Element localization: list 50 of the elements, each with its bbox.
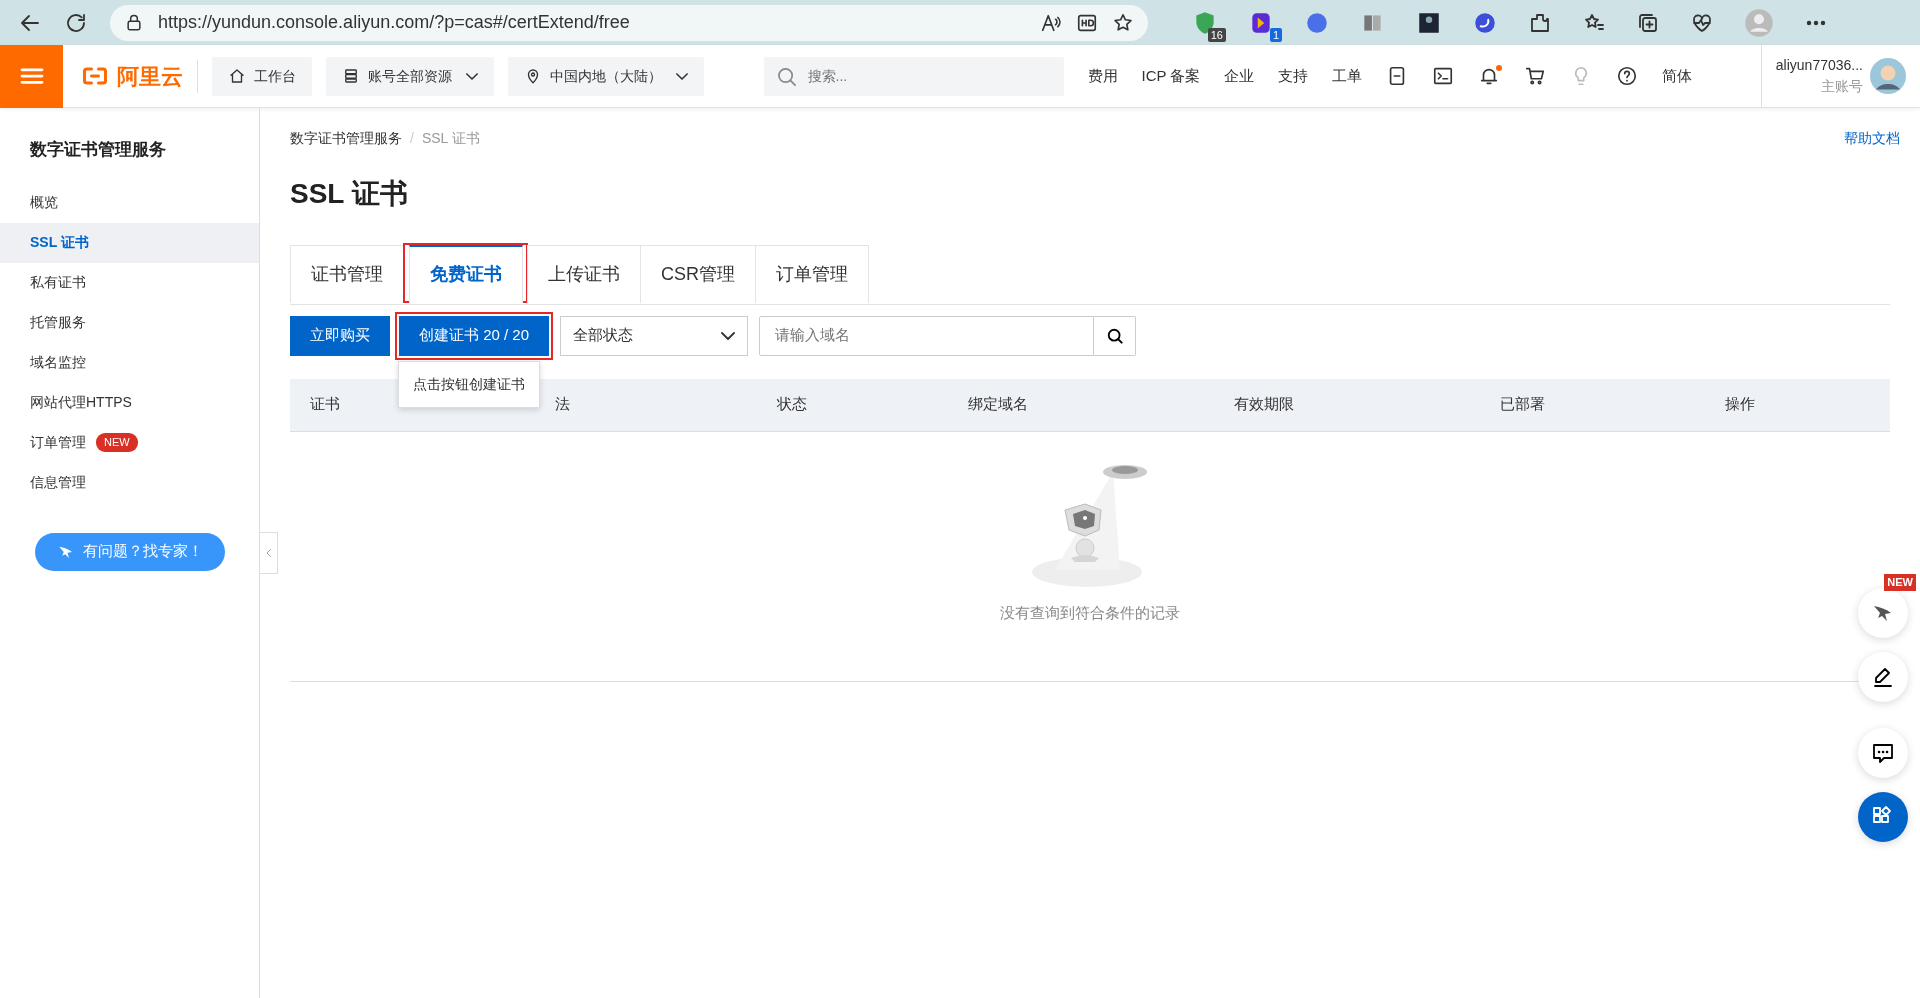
extension-badge: 1 [1269,27,1282,42]
url-text: https://yundun.console.aliyun.com/?p=cas#/certExtend/free [158,11,631,34]
primary-button[interactable]: 创建证书 20 / 20 [399,315,550,356]
extension-badge: 16 [1207,27,1226,42]
tab[interactable]: 证书管理 [290,244,404,303]
tooltip: 点击按钮创建证书 [398,360,540,408]
tab[interactable]: 订单管理 [755,244,869,303]
logo-text: 阿里云 [116,62,183,91]
column-header: 状态 [776,394,808,415]
breadcrumb-current: SSL 证书 [421,129,480,148]
tab[interactable]: 上传证书 [527,244,641,303]
breadcrumb-link[interactable]: 数字证书管理服务 [290,128,402,149]
primary-button[interactable]: 立即购买 [290,315,390,356]
sidebar-item[interactable]: SSL 证书 [0,222,259,263]
breadcrumb-separator: / [410,129,414,148]
column-header: 已部署 [1499,394,1546,415]
column-header: 法 [554,394,571,415]
domain-search-field[interactable]: 请输入域名 [759,315,1095,356]
tab[interactable]: 免费证书 [409,244,523,303]
sidebar-item[interactable]: 域名监控 [0,342,259,383]
header-link[interactable]: ICP 备案 [1141,64,1201,88]
new-badge: NEW [1884,574,1916,591]
address-bar[interactable]: https://yundun.console.aliyun.com/?p=cas#/certExtend/free [110,4,1148,41]
empty-message: 没有查询到符合条件的记录 [1000,602,1180,623]
sidebar-title: 数字证书管理服务 [29,139,167,161]
sidebar-item[interactable]: 托管服务 [0,302,259,343]
nav-pill-button[interactable]: 账号全部资源 [325,56,494,96]
column-header: 有效期限 [1233,394,1295,415]
nav-pill-button[interactable]: 中国内地（大陆） [507,56,704,96]
search-field[interactable]: 搜索... [763,56,1064,96]
language-link[interactable]: 简体 [1662,64,1693,88]
account-role: 主账号 [1820,77,1863,96]
help-docs-link[interactable]: 帮助文档 [1844,128,1900,149]
header-link[interactable]: 费用 [1087,64,1118,88]
account-name[interactable]: aliyun77036... [1775,55,1863,76]
column-header: 绑定域名 [967,394,1029,415]
new-badge: NEW [96,433,138,452]
page-title: SSL 证书 [290,177,409,211]
status-select[interactable]: 全部状态 [560,315,749,356]
nav-pill-button[interactable]: 工作台 [211,56,312,96]
column-header: 证书 [309,394,341,415]
column-header: 操作 [1724,394,1756,415]
sidebar-item[interactable]: 私有证书 [0,262,259,303]
sidebar-item[interactable]: 订单管理 NEW [0,422,259,463]
header-link[interactable]: 企业 [1224,64,1255,88]
header-link[interactable]: 工单 [1332,64,1363,88]
sidebar-item[interactable]: 概览 [0,182,259,223]
sidebar-item[interactable]: 网站代理HTTPS [0,382,259,423]
sidebar-item[interactable]: 信息管理 [0,462,259,503]
header-link[interactable]: 支持 [1278,64,1309,88]
